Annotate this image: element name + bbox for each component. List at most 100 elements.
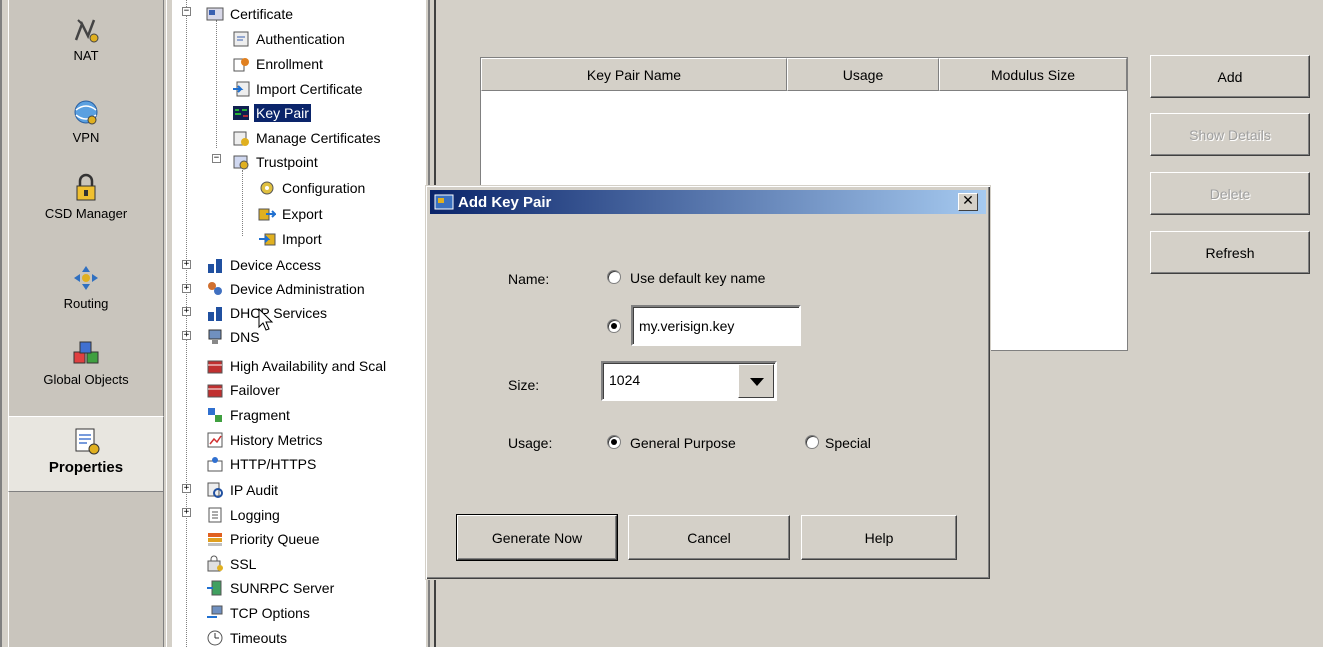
tree-node-failover[interactable]: Failover (206, 378, 282, 401)
tree-node-device-administration[interactable]: Device Administration (206, 277, 367, 300)
nav-item-routing[interactable]: Routing (8, 262, 164, 322)
tree-node-enrollment[interactable]: Enrollment (232, 52, 325, 75)
tree-node-label: SUNRPC Server (230, 579, 335, 596)
tree-expand-logging[interactable]: + (182, 508, 191, 517)
tree-node-label: Trustpoint (256, 153, 318, 170)
refresh-button[interactable]: Refresh (1150, 231, 1310, 274)
certificate-folder-icon (206, 7, 224, 20)
tree-node-label: Authentication (256, 30, 345, 47)
import-certificate-icon (233, 81, 250, 96)
custom-key-name-radio[interactable] (607, 319, 621, 333)
device-access-icon (208, 258, 222, 273)
tree-node-import-certificate[interactable]: Import Certificate (232, 77, 365, 100)
tree-node-timeouts[interactable]: Timeouts (206, 626, 289, 647)
properties-tree: − − + + + + + + Certificate Authenticati… (172, 0, 426, 647)
http-https-icon (207, 456, 223, 471)
name-label: Name: (508, 271, 550, 287)
tree-node-history-metrics[interactable]: History Metrics (206, 428, 325, 451)
tree-node-device-access[interactable]: Device Access (206, 253, 323, 276)
tree-node-authentication[interactable]: Authentication (232, 27, 347, 50)
fragment-icon (208, 407, 222, 422)
tree-node-label: HTTP/HTTPS (230, 455, 317, 472)
tree-node-dns[interactable]: DNS (206, 325, 262, 348)
tree-node-ip-audit[interactable]: IP Audit (206, 478, 280, 501)
dialog-title: Add Key Pair (458, 193, 552, 211)
nav-item-nat[interactable]: NAT (8, 14, 164, 84)
authentication-icon (233, 31, 249, 46)
nav-item-properties[interactable]: Properties (8, 416, 164, 492)
add-key-pair-dialog: Add Key Pair ✕ Name: Use default key nam… (425, 185, 991, 580)
tree-node-label: DNS (230, 328, 260, 345)
nav-item-vpn[interactable]: VPN (8, 96, 164, 164)
tree-node-http-https[interactable]: HTTP/HTTPS (206, 452, 318, 475)
column-header-usage[interactable]: Usage (787, 58, 939, 91)
tree-node-label: Configuration (282, 179, 366, 196)
failover-icon (207, 384, 223, 397)
table-header: Key Pair Name Usage Modulus Size (481, 58, 1127, 91)
nav-item-global-objects[interactable]: Global Objects (8, 338, 164, 404)
ip-audit-icon (207, 482, 223, 498)
usage-special-radio[interactable] (805, 435, 819, 449)
usage-general-purpose-radio[interactable] (607, 435, 621, 449)
nav-label: Routing (63, 296, 109, 311)
tree-node-priority-queue[interactable]: Priority Queue (206, 527, 321, 550)
tree-node-label: DHCP Services (230, 304, 327, 321)
tree-node-manage-certificates[interactable]: Manage Certificates (232, 126, 383, 149)
tree-node-high-availability[interactable]: High Availability and Scal (206, 354, 388, 377)
tree-node-label: Device Administration (230, 280, 365, 297)
ssl-icon (207, 555, 223, 571)
column-header-key-pair-name[interactable]: Key Pair Name (481, 58, 787, 91)
key-name-input[interactable] (631, 305, 801, 346)
use-default-key-name-radio[interactable] (607, 270, 621, 284)
tree-node-key-pair[interactable]: Key Pair (232, 101, 311, 124)
chevron-down-icon[interactable] (738, 364, 774, 398)
tree-collapse-trustpoint[interactable]: − (212, 154, 221, 163)
tree-node-import[interactable]: Import (258, 227, 324, 250)
tree-node-configuration[interactable]: Configuration (258, 176, 367, 199)
show-details-button[interactable]: Show Details (1150, 113, 1310, 156)
navigation-bar: NAT VPN CSD Manager Routing Global Objec… (0, 0, 172, 647)
generate-now-button[interactable]: Generate Now (456, 514, 618, 561)
tree-node-sunrpc-server[interactable]: SUNRPC Server (206, 576, 336, 599)
tree-node-trustpoint[interactable]: Trustpoint (232, 150, 320, 173)
tree-node-label: Export (282, 205, 323, 222)
delete-button[interactable]: Delete (1150, 172, 1310, 215)
tree-expand-ip-audit[interactable]: + (182, 484, 191, 493)
usage-special-label[interactable]: Special (825, 435, 871, 451)
global-objects-icon (73, 341, 99, 364)
tree-node-label: Fragment (230, 406, 290, 423)
tree-collapse-certificate[interactable]: − (182, 7, 191, 16)
tree-expand-dhcp-services[interactable]: + (182, 307, 191, 316)
tree-node-ssl[interactable]: SSL (206, 552, 258, 575)
tree-node-logging[interactable]: Logging (206, 503, 282, 526)
tree-line (242, 170, 243, 236)
tree-line (186, 0, 187, 647)
dialog-titlebar[interactable]: Add Key Pair ✕ (430, 190, 986, 214)
tree-node-fragment[interactable]: Fragment (206, 403, 292, 426)
tree-node-tcp-options[interactable]: TCP Options (206, 601, 312, 624)
vpn-icon (74, 100, 98, 125)
cancel-button[interactable]: Cancel (628, 515, 790, 560)
csd-manager-icon (76, 173, 96, 201)
use-default-key-name-label[interactable]: Use default key name (630, 270, 765, 286)
properties-icon (75, 428, 100, 455)
tree-expand-device-administration[interactable]: + (182, 284, 191, 293)
nav-item-csd-manager[interactable]: CSD Manager (8, 172, 164, 242)
key-pair-dialog-icon (434, 194, 454, 210)
close-button[interactable]: ✕ (958, 193, 978, 211)
size-select[interactable]: 1024 (601, 361, 777, 401)
routing-icon (74, 266, 98, 290)
tree-node-label: Timeouts (230, 629, 288, 646)
add-button[interactable]: Add (1150, 55, 1310, 98)
tree-node-certificate[interactable]: Certificate (206, 2, 295, 25)
tree-node-label: High Availability and Scal (230, 357, 387, 374)
tree-node-export[interactable]: Export (258, 202, 324, 225)
tree-expand-dns[interactable]: + (182, 331, 191, 340)
device-administration-icon (208, 281, 222, 295)
help-button[interactable]: Help (801, 515, 957, 560)
nav-label: Global Objects (43, 372, 129, 387)
priority-queue-icon (208, 532, 222, 546)
tree-expand-device-access[interactable]: + (182, 260, 191, 269)
usage-general-purpose-label[interactable]: General Purpose (630, 435, 736, 451)
column-header-modulus-size[interactable]: Modulus Size (939, 58, 1127, 91)
